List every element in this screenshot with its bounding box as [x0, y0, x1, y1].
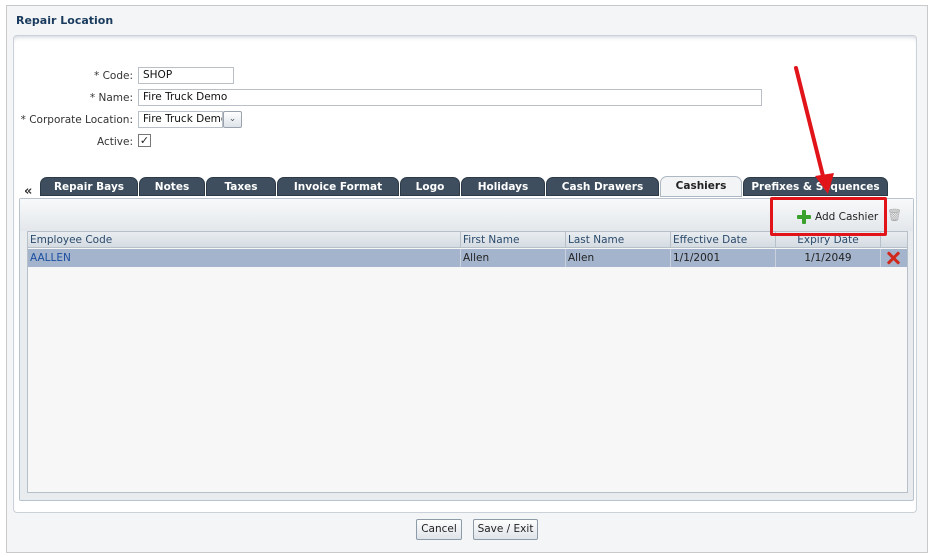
- tab-scroll-left-icon[interactable]: «: [24, 184, 32, 199]
- col-last-name[interactable]: Last Name: [566, 232, 671, 248]
- code-input[interactable]: SHOP: [138, 67, 234, 84]
- tab-logo[interactable]: Logo: [400, 177, 460, 196]
- cashiers-table: Employee Code First Name Last Name Effec…: [27, 231, 908, 493]
- tab-cashiers[interactable]: Cashiers: [660, 176, 742, 197]
- table-row[interactable]: AALLEN Allen Allen 1/1/2001 1/1/2049: [28, 249, 907, 267]
- tab-taxes[interactable]: Taxes: [206, 177, 276, 196]
- tab-cash-drawers[interactable]: Cash Drawers: [546, 177, 659, 196]
- corporate-location-label: * Corporate Location:: [20, 114, 133, 126]
- delete-row-icon[interactable]: [886, 251, 900, 265]
- name-input[interactable]: Fire Truck Demo: [138, 89, 762, 106]
- cancel-button[interactable]: Cancel: [416, 519, 462, 540]
- cell-last-name: Allen: [566, 249, 671, 267]
- window-title: Repair Location: [16, 14, 114, 27]
- tab-prefixes-sequences[interactable]: Prefixes & Sequences: [743, 177, 888, 196]
- cell-expiry-date: 1/1/2049: [776, 249, 881, 267]
- code-row: * Code:: [0, 67, 133, 85]
- col-effective-date[interactable]: Effective Date: [671, 232, 776, 248]
- trash-icon[interactable]: 🗑: [887, 208, 902, 224]
- cell-employee-code[interactable]: AALLEN: [28, 249, 461, 267]
- cell-effective-date: 1/1/2001: [671, 249, 776, 267]
- tab-holidays[interactable]: Holidays: [461, 177, 545, 196]
- tab-repair-bays[interactable]: Repair Bays: [40, 177, 138, 196]
- active-checkbox[interactable]: ✓: [138, 134, 151, 147]
- chevron-down-icon[interactable]: ⌄: [223, 111, 242, 128]
- name-row: * Name:: [0, 89, 133, 107]
- cashiers-tab-panel: Add Cashier 🗑 Employee Code First Name L…: [19, 198, 914, 501]
- active-row: Active:: [0, 133, 133, 151]
- name-label: * Name:: [89, 92, 133, 104]
- active-label: Active:: [96, 136, 133, 148]
- col-employee-code[interactable]: Employee Code: [28, 232, 461, 248]
- col-first-name[interactable]: First Name: [461, 232, 566, 248]
- tab-strip: « Repair Bays Notes Taxes Invoice Format…: [16, 174, 906, 199]
- annotation-highlight-box: [770, 197, 887, 236]
- tab-invoice-format[interactable]: Invoice Format: [277, 177, 399, 196]
- save-exit-button[interactable]: Save / Exit: [473, 519, 538, 540]
- corporate-location-select[interactable]: Fire Truck Demo: [138, 111, 223, 128]
- corporate-location-row: * Corporate Location:: [0, 111, 133, 129]
- code-label: * Code:: [93, 70, 133, 82]
- tab-notes[interactable]: Notes: [139, 177, 205, 196]
- window-titlebar: Repair Location: [7, 6, 927, 36]
- cell-first-name: Allen: [461, 249, 566, 267]
